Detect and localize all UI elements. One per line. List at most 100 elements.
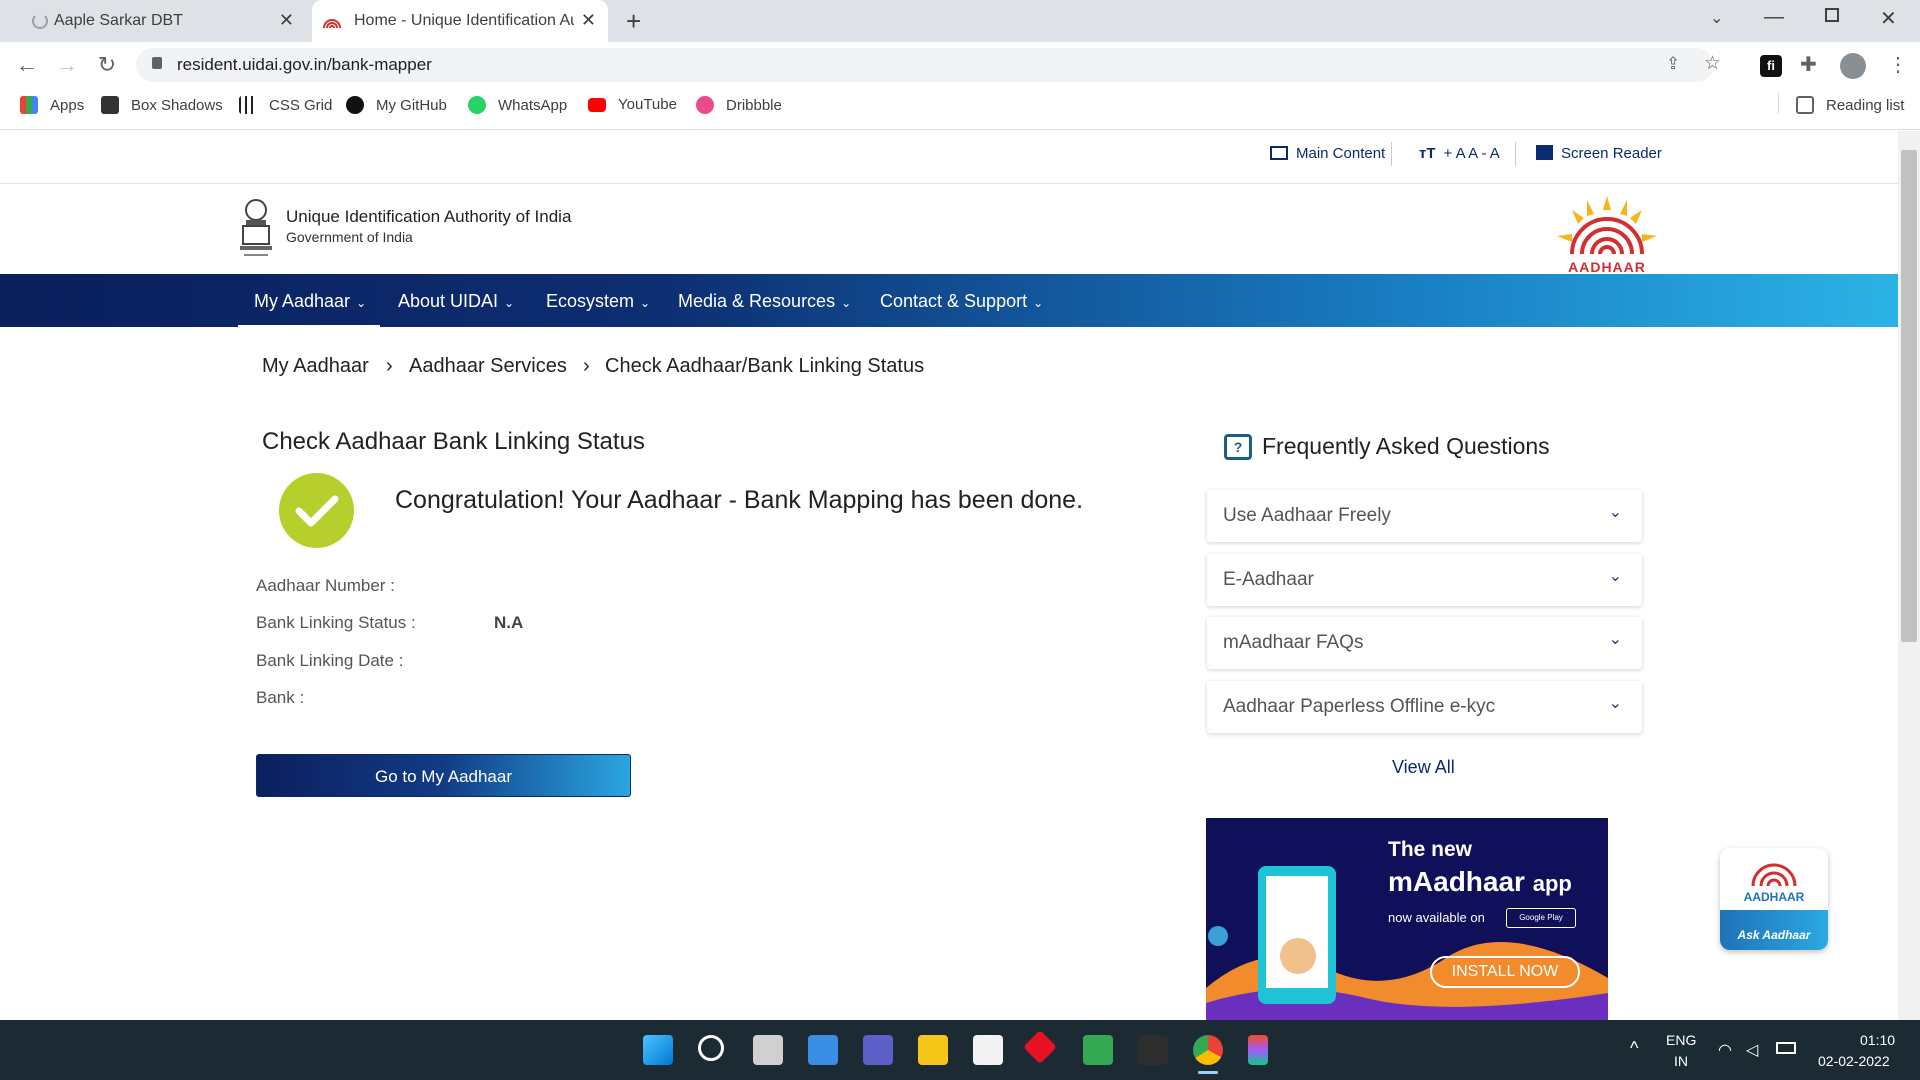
bookmark-box-shadows[interactable]: Box Shadows <box>101 96 223 114</box>
bookmark-star-icon[interactable]: ☆ <box>1704 52 1721 75</box>
tab-search-icon[interactable]: ⌄ <box>1710 8 1723 28</box>
extensions-puzzle-icon[interactable]: ✚ <box>1800 52 1817 77</box>
promo-line1: The new <box>1388 838 1473 861</box>
forward-icon[interactable]: → <box>54 52 80 78</box>
volume-icon[interactable]: ◁ <box>1746 1040 1758 1060</box>
bookmark-apps[interactable]: Apps <box>20 96 84 114</box>
util-divider <box>1515 142 1516 166</box>
teams-chat-icon[interactable] <box>863 1035 893 1065</box>
faq-item[interactable]: E-Aadhaar ⌄ <box>1207 554 1642 606</box>
tab-close-icon[interactable]: ✕ <box>279 10 294 31</box>
gov-name: Government of India <box>286 229 413 245</box>
aadhaar-logo[interactable]: AADHAAR <box>1552 196 1662 275</box>
breadcrumb-current: Check Aadhaar/Bank Linking Status <box>605 355 925 377</box>
util-divider <box>1391 142 1392 166</box>
restore-icon[interactable] <box>1825 8 1839 22</box>
scrollbar-thumb[interactable] <box>1901 150 1917 642</box>
bookmark-youtube[interactable]: YouTube <box>588 96 677 113</box>
bookmark-label: My GitHub <box>376 96 447 114</box>
language-primary[interactable]: ENG <box>1666 1032 1696 1048</box>
faq-item[interactable]: mAadhaar FAQs ⌄ <box>1207 617 1642 669</box>
language-secondary[interactable]: IN <box>1674 1053 1688 1069</box>
microsoft-store-icon[interactable] <box>973 1035 1003 1065</box>
main-content-link[interactable]: Main Content <box>1270 145 1385 162</box>
breadcrumb-my-aadhaar[interactable]: My Aadhaar <box>262 355 369 378</box>
share-icon[interactable]: ⇪ <box>1666 54 1680 74</box>
bookmark-label: Dribbble <box>726 96 782 114</box>
back-icon[interactable]: ← <box>14 52 40 78</box>
file-explorer-icon[interactable] <box>918 1035 948 1065</box>
widgets-icon[interactable] <box>808 1035 838 1065</box>
faq-view-all-link[interactable]: View All <box>1392 757 1455 778</box>
chevron-down-icon: ⌄ <box>1033 296 1044 310</box>
reading-list-button[interactable]: Reading list <box>1796 96 1904 114</box>
faq-item[interactable]: Use Aadhaar Freely ⌄ <box>1207 490 1642 542</box>
text-size-icon: тT <box>1419 145 1436 162</box>
emblem-icon <box>240 199 272 256</box>
wifi-icon[interactable]: ◠ <box>1718 1040 1732 1060</box>
chevron-down-icon: ⌄ <box>356 296 367 310</box>
url-text: resident.uidai.gov.in/bank-mapper <box>177 55 432 74</box>
browser-tab-uidai[interactable]: Home - Unique Identification Au ✕ <box>312 0 608 42</box>
aadhaar-logo-text: AADHAAR <box>1568 259 1646 275</box>
address-bar[interactable]: resident.uidai.gov.in/bank-mapper ⇪ ☆ <box>136 48 1721 82</box>
nav-media-resources[interactable]: Media & Resources ⌄ <box>678 291 851 312</box>
bookmark-label: YouTube <box>618 96 677 113</box>
aadhaar-arc-icon <box>1751 863 1797 886</box>
main-content-label: Main Content <box>1296 145 1386 162</box>
browser-tab-dbt[interactable]: Aaple Sarkar DBT ✕ <box>10 0 306 42</box>
screen-reader-link[interactable]: Screen Reader <box>1536 145 1662 162</box>
google-meet-icon[interactable] <box>1083 1035 1113 1065</box>
monitor-icon <box>1270 146 1288 160</box>
search-icon[interactable] <box>698 1035 724 1061</box>
promo-app-word: app <box>1532 871 1572 896</box>
bookmark-whatsapp[interactable]: WhatsApp <box>468 96 567 114</box>
figma-icon[interactable] <box>1248 1035 1268 1065</box>
bank-linking-status-value: N.A <box>494 613 524 632</box>
battery-icon[interactable] <box>1776 1042 1796 1054</box>
aadhaar-sun-icon <box>1557 196 1657 255</box>
bookmark-my-github[interactable]: My GitHub <box>346 96 447 114</box>
faq-item[interactable]: Aadhaar Paperless Offline e-kyc ⌄ <box>1207 681 1642 733</box>
extension-f-icon[interactable]: fi <box>1760 55 1782 77</box>
chevron-down-icon: ⌄ <box>1608 504 1622 521</box>
install-now-button[interactable]: INSTALL NOW <box>1430 956 1580 988</box>
breadcrumb-aadhaar-services[interactable]: Aadhaar Services <box>409 355 567 378</box>
nav-ecosystem[interactable]: Ecosystem ⌄ <box>546 291 650 312</box>
breadcrumb-separator-icon: › <box>386 355 393 377</box>
ask-aadhaar-chatbot[interactable]: AADHAAR Ask Aadhaar <box>1720 848 1828 950</box>
font-size-controls[interactable]: тT + A A - A <box>1419 145 1500 162</box>
app-dark-icon[interactable] <box>1138 1035 1168 1065</box>
minimize-icon[interactable]: — <box>1764 6 1784 29</box>
google-play-badge[interactable]: Google Play <box>1506 908 1576 928</box>
bookmark-divider <box>1778 92 1779 114</box>
bookmark-dribbble[interactable]: Dribbble <box>696 96 782 114</box>
clock-date[interactable]: 02-02-2022 <box>1818 1053 1890 1069</box>
nav-about-uidai[interactable]: About UIDAI ⌄ <box>398 291 514 312</box>
new-tab-button[interactable]: + <box>626 6 641 37</box>
chevron-down-icon: ⌄ <box>504 296 515 310</box>
reload-icon[interactable]: ↻ <box>94 52 120 78</box>
bookmark-css-grid[interactable]: CSS Grid <box>239 96 332 114</box>
org-name: Unique Identification Authority of India <box>286 207 572 226</box>
profile-avatar[interactable] <box>1840 53 1866 79</box>
task-view-icon[interactable] <box>753 1035 783 1065</box>
close-window-icon[interactable]: ✕ <box>1880 6 1897 31</box>
nav-my-aadhaar[interactable]: My Aadhaar ⌄ <box>254 291 366 312</box>
success-message: Congratulation! Your Aadhaar - Bank Mapp… <box>395 486 1084 514</box>
maadhaar-promo-banner[interactable]: The new mAadhaar app now available on Go… <box>1206 818 1608 1020</box>
go-to-my-aadhaar-button[interactable]: Go to My Aadhaar <box>256 754 631 797</box>
promo-app-title: mAadhaar app <box>1388 866 1572 898</box>
tab-close-icon[interactable]: ✕ <box>581 10 596 31</box>
clock-time[interactable]: 01:10 <box>1860 1032 1895 1048</box>
chevron-up-icon[interactable]: ^ <box>1630 1038 1638 1059</box>
menu-dots-icon[interactable]: ⋮ <box>1888 52 1908 77</box>
lock-icon <box>152 57 162 69</box>
dribbble-icon <box>696 96 714 114</box>
nav-contact-support[interactable]: Contact & Support ⌄ <box>880 291 1043 312</box>
faq-chat-icon: ? <box>1224 434 1252 460</box>
chrome-icon[interactable] <box>1193 1035 1223 1065</box>
windows-start-icon[interactable] <box>643 1035 673 1065</box>
whatsapp-icon <box>468 96 486 114</box>
bookmark-label: Apps <box>50 96 85 114</box>
